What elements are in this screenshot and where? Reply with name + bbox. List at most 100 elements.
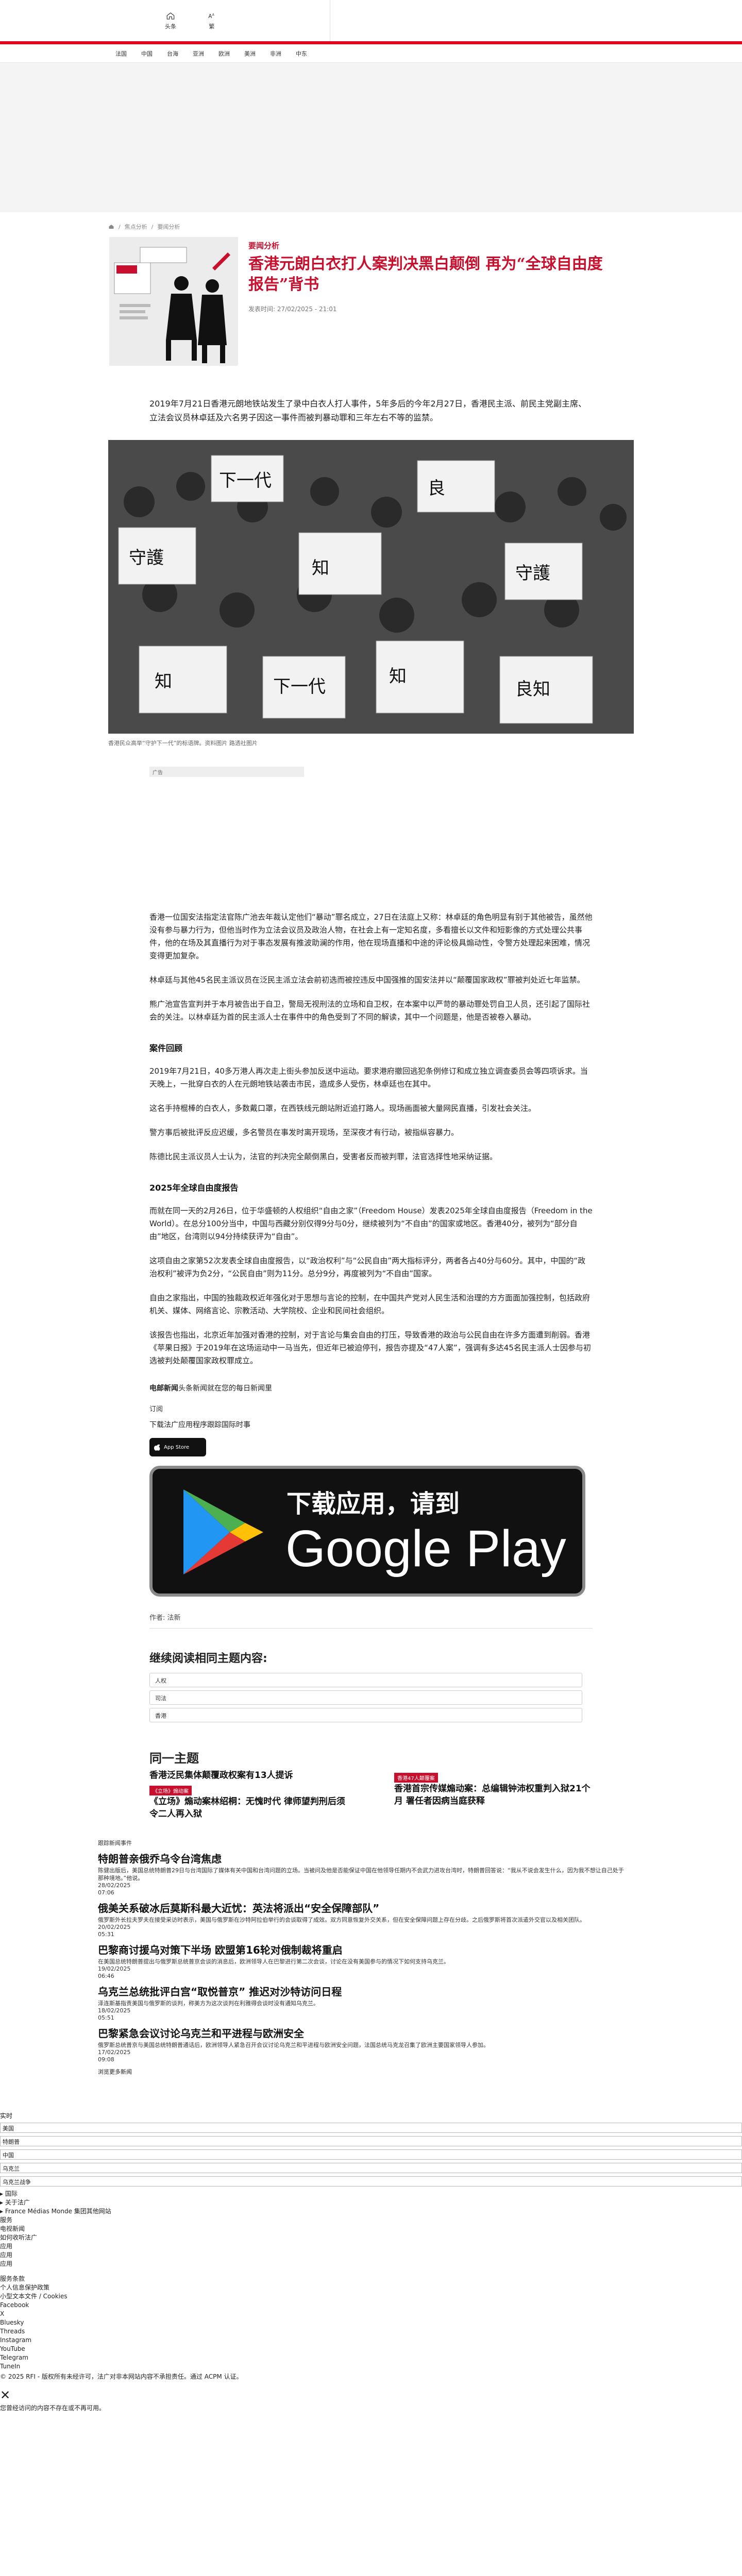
all-news-link[interactable]: 浏览更多新闻 xyxy=(98,2067,629,2076)
tag-item[interactable]: 司法 xyxy=(149,1690,582,1705)
footer-link[interactable]: 小型文本文件 / Cookies xyxy=(0,2292,742,2301)
subscribe-link[interactable]: 订阅 xyxy=(149,1403,593,1413)
ad-banner-area xyxy=(0,63,742,212)
breadcrumb-item[interactable]: 要闻分析 xyxy=(157,223,180,231)
feed-item[interactable]: 巴黎紧急会议讨论乌克兰和平进程与欧洲安全 俄罗斯总统普京与美国总统特朗普通话后，… xyxy=(98,2027,629,2063)
topic-select[interactable]: 乌克兰 xyxy=(0,2163,742,2173)
tag-item[interactable]: 香港 xyxy=(149,1708,582,1722)
feed-item-title[interactable]: 巴黎商讨援乌对策下半场 欧盟第16轮对俄制裁将重启 xyxy=(98,1943,629,1957)
nav-item[interactable]: 亚洲 xyxy=(185,49,211,58)
feed-item-title[interactable]: 巴黎紧急会议讨论乌克兰和平进程与欧洲安全 xyxy=(98,2027,629,2040)
feed-item-desc: 俄罗斯外长拉夫罗夫在接受采访时表示，美国与俄罗斯在沙特阿拉伯举行的会谈取得了成效… xyxy=(98,1917,585,1923)
breadcrumb: / 焦点分析 / 要闻分析 xyxy=(108,223,742,231)
google-play-line1: 下载应用，请到 xyxy=(286,1489,460,1518)
nav-item[interactable]: 法国 xyxy=(108,49,134,58)
unavailable-note: 您曾经访问的内容不存在或不再可用。 xyxy=(0,2404,106,2412)
feed-item-title[interactable]: 乌克兰总统批评白宫“取悦普京” 推迟对沙特访问日程 xyxy=(98,1985,629,1998)
feed-item-time: 20/02/2025 05:31 xyxy=(98,1924,131,1938)
google-play-icon xyxy=(183,1489,263,1574)
download-note: 下载法广应用程序跟踪国际时事 xyxy=(149,1421,250,1429)
related-article-link[interactable]: 《立场》煽动案林绍桐：无愧时代 律师望判刑后须令二人再入狱 xyxy=(149,1795,348,1820)
paragraph: 警方事后被批评反应迟缓，多名警员在事发时离开现场，至深夜才有行动，被指纵容暴力。 xyxy=(149,1128,459,1137)
nav-item[interactable]: 台海 xyxy=(160,49,185,58)
feed-item[interactable]: 乌克兰总统批评白宫“取悦普京” 推迟对沙特访问日程 泽连斯基指责美国与俄罗斯的谈… xyxy=(98,1985,629,2022)
footer-link[interactable]: ▸ 关于法广 xyxy=(0,2198,742,2207)
related-article-link[interactable]: 香港首宗传媒煽动案：总编辑钟沛权重判入狱21个月 署任者因病当庭获释 xyxy=(394,1783,593,1807)
section-heading: 案件回顾 xyxy=(149,1043,183,1053)
font-size-icon: AA xyxy=(208,13,215,20)
breadcrumb-item[interactable]: 焦点分析 xyxy=(125,223,147,231)
paragraph: 而就在同一天的2月26日，位于华盛顿的人权组织“自由之家”（Freedom Ho… xyxy=(149,1206,593,1241)
nav-item[interactable]: 非洲 xyxy=(263,49,289,58)
paragraph: 该报告也指出，北京近年加强对香港的控制，对于言论与集会自由的打压，导致香港的政治… xyxy=(149,1330,591,1365)
main-nav: 法国 中国 台海 亚洲 欧洲 美洲 非洲 中东 xyxy=(0,44,742,63)
feed-item-title[interactable]: 俄美关系破冰后莫斯科最大近忧：英法将派出“安全保障部队” xyxy=(98,1902,629,1915)
footer-link[interactable]: Telegram xyxy=(0,2353,742,2362)
topic-select[interactable]: 中国 xyxy=(0,2149,742,2160)
close-icon[interactable]: ✕ xyxy=(0,2388,742,2402)
home-link[interactable]: 头条 xyxy=(165,11,176,30)
footer-link[interactable]: Instagram xyxy=(0,2336,742,2345)
home-icon[interactable] xyxy=(108,224,114,230)
footer-links: ▸ 国际 ▸ 关于法广 ▸ France Médias Monde 集团其他网站… xyxy=(0,2190,742,2371)
article-author: 作者: 法新 xyxy=(149,1612,593,1629)
topic-select[interactable]: 特朗普 xyxy=(0,2136,742,2146)
footer-link[interactable]: X xyxy=(0,2310,742,2318)
related-topics: 继续阅读相同主题内容: 人权 司法 香港 xyxy=(149,1649,593,1722)
footer-heading: 实时 xyxy=(0,2112,13,2120)
ad-label: 广告 xyxy=(149,767,304,777)
footer-link[interactable]: TuneIn xyxy=(0,2362,742,2371)
feed-item-desc: 俄罗斯总统普京与美国总统特朗普通话后，欧洲领导人紧急召开会议讨论乌克兰和平进程与… xyxy=(98,2042,489,2048)
section-heading: 2025年全球自由度报告 xyxy=(149,1183,239,1193)
article-lead: 2019年7月21日香港元朗地铁站发生了录中白衣人打人事件，5年多后的今年2月2… xyxy=(149,399,586,422)
footer: 实时 美国 特朗普 中国 乌克兰 乌克兰战争 ▸ 国际 ▸ 关于法广 ▸ Fra… xyxy=(0,2112,742,2412)
nav-item[interactable]: 美洲 xyxy=(237,49,263,58)
topic-badge: 香港47人颠覆案 xyxy=(394,1773,438,1783)
footer-link[interactable]: 服务条款 xyxy=(0,2275,742,2283)
footer-link[interactable]: 应用 xyxy=(0,2251,742,2260)
nav-item[interactable]: 中东 xyxy=(289,49,314,58)
footer-link[interactable]: ▸ 国际 xyxy=(0,2190,742,2198)
nav-item[interactable]: 欧洲 xyxy=(211,49,237,58)
footer-link[interactable]: 个人信息保护政策 xyxy=(0,2283,742,2292)
region-select[interactable]: 美国 xyxy=(0,2123,742,2133)
footer-link[interactable]: ▸ France Médias Monde 集团其他网站 xyxy=(0,2207,742,2216)
feed-item[interactable]: 特朗普亲俄乔乌令台湾焦虑 陈健出版后，美国总统特朗普29日与台湾国际了媒体有关中… xyxy=(98,1852,629,1896)
footer-link[interactable]: Bluesky xyxy=(0,2318,742,2327)
feed-label: 跟踪新闻事件 xyxy=(98,1840,132,1846)
article-header: 要闻分析 香港元朗白衣打人案判决黑白颠倒 再为“全球自由度报告”背书 发表时间:… xyxy=(109,237,742,366)
footer-link[interactable]: YouTube xyxy=(0,2345,742,2353)
svg-text:知: 知 xyxy=(389,666,407,687)
paragraph: 自由之家指出，中国的独裁政权近年强化对于思想与言论的控制，在中国共产党对人民生活… xyxy=(149,1293,591,1315)
google-play-line2: Google Play xyxy=(285,1520,566,1578)
home-icon xyxy=(166,12,175,20)
related-title: 继续阅读相同主题内容: xyxy=(149,1652,267,1665)
related-article-link[interactable]: 香港泛民集体颠覆政权案有13人提诉 xyxy=(149,1769,348,1782)
topic-badge: 《立场》煽动案 xyxy=(149,1786,192,1795)
footer-link[interactable]: 服务 xyxy=(0,2216,742,2225)
svg-text:守護: 守護 xyxy=(129,548,164,568)
feed-item-desc: 在美国总统特朗普提出与俄罗斯总统普京会谈的消息后，欧洲领导人在巴黎进行第二次会谈… xyxy=(98,1958,449,1965)
app-store-button[interactable]: App Store xyxy=(149,1438,206,1456)
feed-item[interactable]: 俄美关系破冰后莫斯科最大近忧：英法将派出“安全保障部队” 俄罗斯外长拉夫罗夫在接… xyxy=(98,1902,629,1938)
topic-select[interactable]: 乌克兰战争 xyxy=(0,2176,742,2187)
feed-item-title[interactable]: 特朗普亲俄乔乌令台湾焦虑 xyxy=(98,1852,629,1866)
paragraph: 这名手持棍棒的白衣人，多数戴口罩，在西铁线元朗站附近追打路人。现场画面被大量网民… xyxy=(149,1104,536,1113)
feed-item[interactable]: 巴黎商讨援乌对策下半场 欧盟第16轮对俄制裁将重启 在美国总统特朗普提出与俄罗斯… xyxy=(98,1943,629,1980)
nav-item[interactable]: 中国 xyxy=(134,49,160,58)
home-label: 头条 xyxy=(165,23,176,30)
footer-link[interactable]: 如何收听法广 xyxy=(0,2233,742,2242)
tag-item[interactable]: 人权 xyxy=(149,1673,582,1687)
feed-item-desc: 泽连斯基指责美国与俄罗斯的谈判，称美方为这次谈判在利雅得会谈时没有通知乌克兰。 xyxy=(98,2000,319,2007)
script-switch[interactable]: AA 繁 xyxy=(207,11,216,30)
footer-link[interactable]: 电视新闻 xyxy=(0,2225,742,2233)
tag-list: 人权 司法 香港 xyxy=(149,1673,593,1722)
copyright: © 2025 RFI - 版权所有未经许可，法广对非本网站内容不承担责任。通过 … xyxy=(0,2373,243,2380)
footer-link[interactable]: 应用 xyxy=(0,2260,742,2268)
top-bar: 头条 AA 繁 xyxy=(0,0,742,41)
footer-link[interactable]: Threads xyxy=(0,2327,742,2336)
newsletter-text: 头条新闻就在您的每日新闻里 xyxy=(178,1384,272,1393)
footer-link[interactable]: 应用 xyxy=(0,2242,742,2251)
footer-link[interactable]: Facebook xyxy=(0,2301,742,2310)
google-play-banner[interactable]: 下载应用，请到 Google Play xyxy=(149,1466,585,1597)
